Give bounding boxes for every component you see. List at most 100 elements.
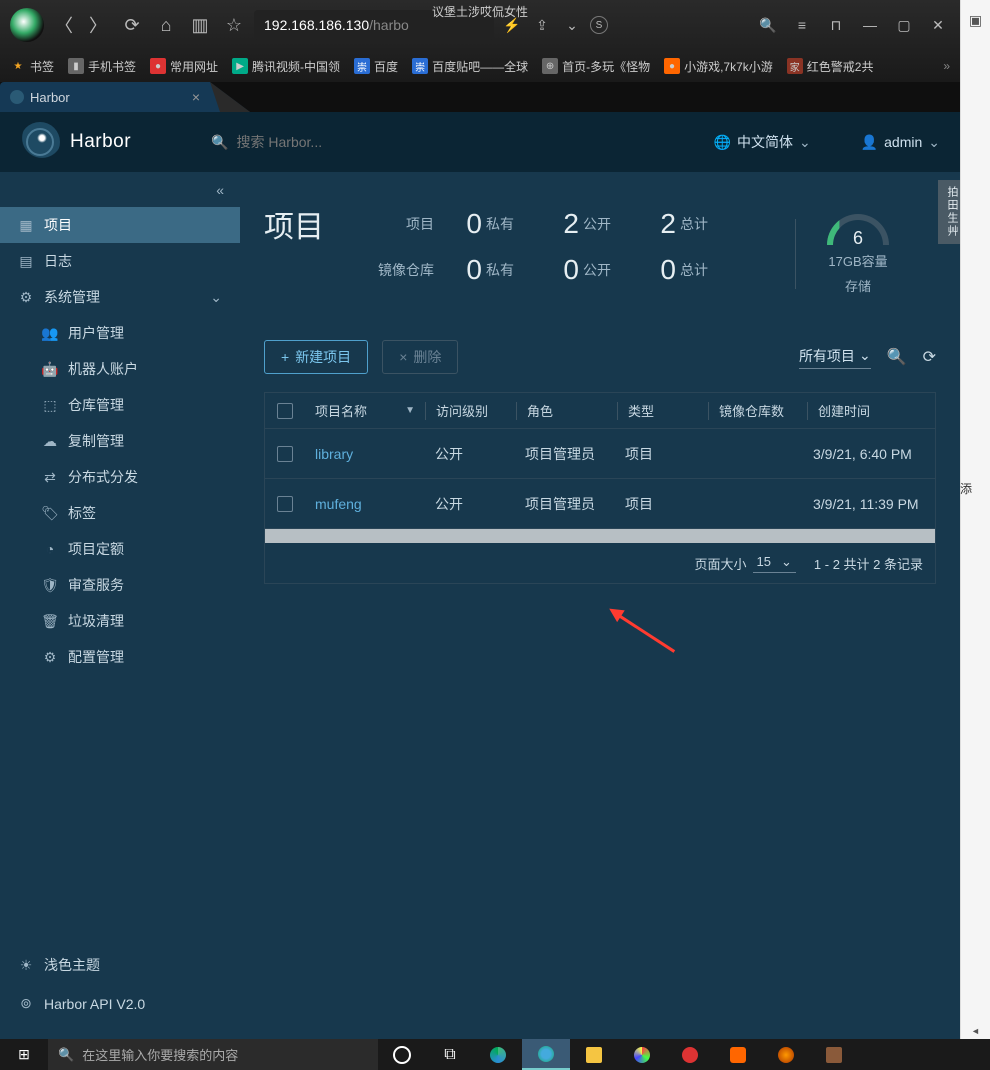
bookmark-item[interactable]: ▮手机书签: [68, 58, 136, 75]
cortana-icon[interactable]: [378, 1039, 426, 1070]
bookmark-item[interactable]: ●小游戏,7k7k小游: [664, 58, 773, 75]
bookmark-item[interactable]: 家红色警戒2共: [787, 58, 874, 75]
annotation-arrow: [615, 612, 675, 653]
task-view-icon[interactable]: ⧉: [426, 1039, 474, 1070]
refresh-icon[interactable]: ⟳: [923, 347, 936, 367]
close-window-button[interactable]: ✕: [926, 13, 950, 37]
filter-icon[interactable]: ▼: [405, 405, 415, 416]
bookmark-item[interactable]: ★书签: [10, 58, 54, 75]
table-row[interactable]: mufeng 公开 项目管理员 项目 3/9/21, 11:39 PM: [265, 479, 935, 529]
row-checkbox[interactable]: [277, 496, 293, 512]
menu-icon[interactable]: ≡: [790, 13, 814, 37]
tab-title: Harbor: [30, 90, 70, 105]
sidebar-item-projects[interactable]: ▦ 项目: [0, 207, 240, 243]
column-time[interactable]: 创建时间: [808, 401, 935, 420]
project-link[interactable]: mufeng: [315, 496, 362, 512]
maximize-button[interactable]: ▢: [892, 13, 916, 37]
api-link[interactable]: ⊚ Harbor API V2.0: [0, 985, 240, 1022]
collapse-icon[interactable]: «: [216, 182, 224, 198]
sidebar-item-registries[interactable]: ⬚仓库管理: [0, 387, 240, 423]
bookmark-item[interactable]: 崇百度: [354, 58, 398, 75]
column-role[interactable]: 角色: [517, 401, 617, 420]
delete-button[interactable]: × 删除: [382, 340, 458, 374]
home-button[interactable]: ⌂: [152, 11, 180, 39]
browser-icon[interactable]: [522, 1039, 570, 1070]
sidebar-item-label: 审查服务: [68, 575, 124, 595]
bookmark-star[interactable]: ☆: [220, 11, 248, 39]
sidebar-item-gc[interactable]: 🗑垃圾清理: [0, 603, 240, 639]
sidebar-item-label: 配置管理: [68, 647, 124, 667]
sidebar-item-label: 标签: [68, 503, 96, 523]
search-icon[interactable]: 🔍: [887, 347, 907, 367]
column-name[interactable]: 项目名称: [315, 401, 367, 420]
search-icon[interactable]: 🔍: [756, 13, 780, 37]
profile-avatar[interactable]: [10, 8, 44, 42]
reader-button[interactable]: ▥: [186, 11, 214, 39]
taskbar-search[interactable]: 🔍 在这里输入你要搜索的内容: [48, 1039, 378, 1070]
bookmarks-overflow[interactable]: »: [943, 59, 950, 73]
sidebar-item-label: 日志: [44, 251, 72, 271]
language-switcher[interactable]: 🌐 中文简体 ⌄: [714, 132, 811, 152]
app-icon[interactable]: [666, 1039, 714, 1070]
pin-icon[interactable]: ⊓: [824, 13, 848, 37]
project-filter[interactable]: 所有项目 ⌄: [799, 346, 871, 369]
stats-projects: 项目 0 私有 2 公开 2 总计: [374, 204, 726, 244]
explorer-icon[interactable]: [570, 1039, 618, 1070]
column-type[interactable]: 类型: [618, 401, 708, 420]
sidebar-item-labels[interactable]: 🏷标签: [0, 495, 240, 531]
start-button[interactable]: ⊞: [0, 1039, 48, 1070]
sidebar-item-administration[interactable]: ⚙ 系统管理 ⌄: [0, 279, 240, 315]
new-project-button[interactable]: + 新建项目: [264, 340, 368, 374]
app-icon[interactable]: [714, 1039, 762, 1070]
browser-tab[interactable]: Harbor ×: [0, 82, 210, 112]
forward-button[interactable]: 〉: [84, 11, 112, 39]
extension-icon[interactable]: S: [590, 16, 608, 34]
horizontal-scroll-handle[interactable]: [961, 1022, 990, 1040]
close-icon: ×: [399, 349, 407, 365]
sidebar-item-robots[interactable]: 🤖机器人账户: [0, 351, 240, 387]
reload-button[interactable]: ⟳: [118, 11, 146, 39]
sidebar-item-distribution[interactable]: ⇄分布式分发: [0, 459, 240, 495]
table-row[interactable]: library 公开 项目管理员 项目 3/9/21, 6:40 PM: [265, 429, 935, 479]
global-search[interactable]: 🔍: [211, 134, 703, 151]
theme-toggle[interactable]: ☀ 浅色主题: [0, 945, 240, 985]
app-icon[interactable]: [810, 1039, 858, 1070]
column-access[interactable]: 访问级别: [426, 401, 516, 420]
globe-icon: 🌐: [714, 134, 731, 151]
sidebar-item-interrogation[interactable]: 🛡审查服务: [0, 567, 240, 603]
app-icon[interactable]: [618, 1039, 666, 1070]
back-button[interactable]: 〈: [50, 11, 78, 39]
minimize-button[interactable]: —: [858, 13, 882, 37]
sidebar-item-label: 复制管理: [68, 431, 124, 451]
gauge-value: 6: [827, 228, 889, 249]
cell-type: 项目: [615, 494, 705, 514]
vertical-side-tab[interactable]: 拍田生艸: [938, 180, 960, 244]
stat-value: 0: [444, 254, 486, 286]
select-all-checkbox[interactable]: [277, 403, 293, 419]
column-repo[interactable]: 镜像仓库数: [709, 401, 807, 420]
horizontal-scrollbar[interactable]: [265, 529, 935, 543]
sidebar-item-config[interactable]: ⚙配置管理: [0, 639, 240, 675]
dropdown-icon[interactable]: ⌄: [560, 13, 584, 37]
bookmark-item[interactable]: ▶腾讯视频-中国领: [232, 58, 340, 75]
search-input[interactable]: [237, 134, 437, 150]
panel-icon[interactable]: ▣: [961, 0, 990, 29]
bookmark-item[interactable]: ⊕首页-多玩《怪物: [542, 58, 650, 75]
chevron-down-icon: ⌄: [859, 347, 871, 364]
user-menu[interactable]: 👤 admin ⌄: [861, 134, 940, 151]
sidebar-item-replication[interactable]: ☁复制管理: [0, 423, 240, 459]
page-size-selector[interactable]: 页面大小 15⌄: [695, 554, 796, 573]
sidebar-item-quotas[interactable]: ◔项目定额: [0, 531, 240, 567]
project-link[interactable]: library: [315, 446, 353, 462]
sidebar-item-users[interactable]: 👥用户管理: [0, 315, 240, 351]
sidebar-item-logs[interactable]: ▤ 日志: [0, 243, 240, 279]
tab-close-icon[interactable]: ×: [192, 89, 200, 105]
bookmark-item[interactable]: 崇百度贴吧——全球: [412, 58, 528, 75]
edge-icon[interactable]: [474, 1039, 522, 1070]
row-checkbox[interactable]: [277, 446, 293, 462]
stat-sublabel: 公开: [583, 214, 638, 234]
share-icon[interactable]: ⇪: [530, 13, 554, 37]
divider: [795, 219, 796, 289]
app-icon[interactable]: [762, 1039, 810, 1070]
bookmark-item[interactable]: ●常用网址: [150, 58, 218, 75]
